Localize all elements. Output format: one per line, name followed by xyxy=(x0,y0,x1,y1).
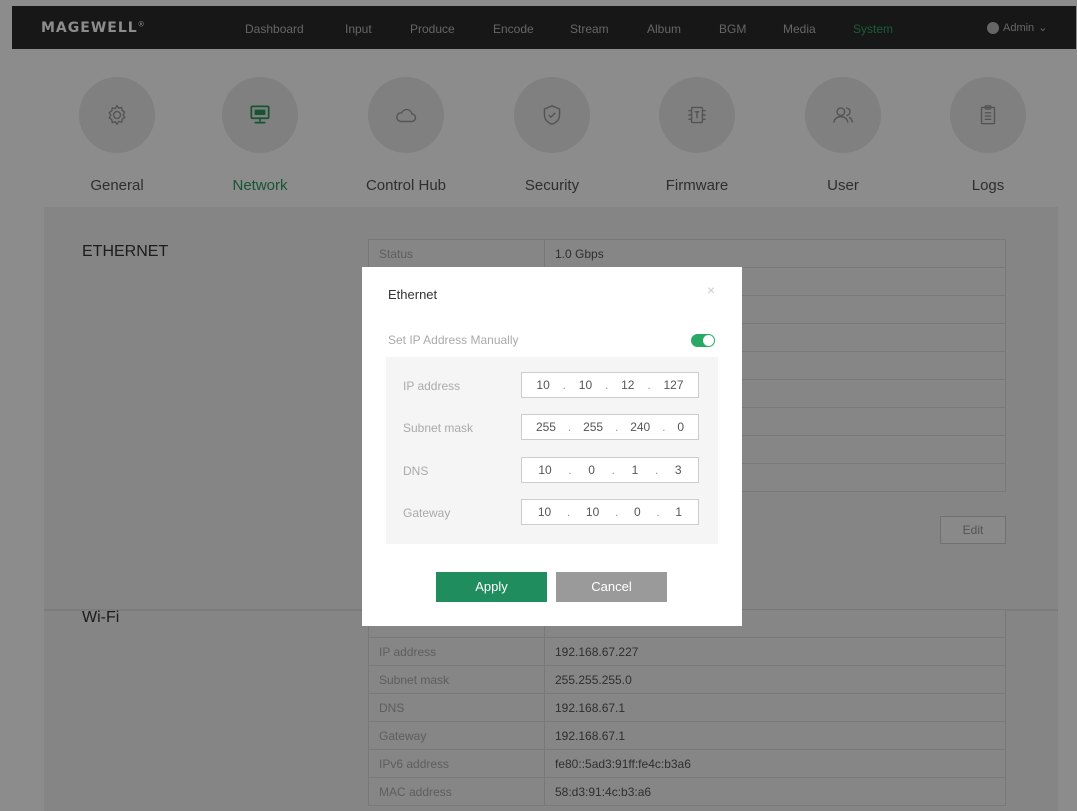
cancel-button[interactable]: Cancel xyxy=(556,572,667,602)
manual-ip-label: Set IP Address Manually xyxy=(388,333,519,347)
octet[interactable]: 12 xyxy=(621,378,634,392)
octet[interactable]: 10 xyxy=(579,378,592,392)
octet[interactable]: 255 xyxy=(583,420,603,434)
octet[interactable]: 1 xyxy=(675,505,682,519)
subnet-mask-label: Subnet mask xyxy=(403,421,474,435)
octet[interactable]: 0 xyxy=(634,505,641,519)
octet[interactable]: 10 xyxy=(538,505,551,519)
ip-address-input[interactable]: 10. 10. 12. 127 xyxy=(521,372,699,398)
toggle-knob xyxy=(703,335,714,346)
ip-address-label: IP address xyxy=(403,379,461,393)
ip-settings-box: IP address 10. 10. 12. 127 Subnet mask 2… xyxy=(386,357,718,544)
octet[interactable]: 255 xyxy=(536,420,556,434)
apply-button[interactable]: Apply xyxy=(436,572,547,602)
manual-ip-toggle[interactable] xyxy=(691,334,715,347)
octet[interactable]: 0 xyxy=(677,420,684,434)
octet[interactable]: 240 xyxy=(630,420,650,434)
subnet-mask-input[interactable]: 255. 255. 240. 0 xyxy=(521,414,699,440)
octet[interactable]: 3 xyxy=(675,463,682,477)
octet[interactable]: 0 xyxy=(588,463,595,477)
ethernet-dialog: Ethernet × Set IP Address Manually IP ad… xyxy=(362,267,742,626)
gateway-input[interactable]: 10. 10. 0. 1 xyxy=(521,499,699,525)
octet[interactable]: 1 xyxy=(632,463,639,477)
gateway-label: Gateway xyxy=(403,506,451,520)
close-icon[interactable]: × xyxy=(707,282,715,298)
dns-input[interactable]: 10. 0. 1. 3 xyxy=(521,457,699,483)
dns-label: DNS xyxy=(403,464,429,478)
octet[interactable]: 127 xyxy=(663,378,683,392)
octet[interactable]: 10 xyxy=(538,463,551,477)
dialog-title: Ethernet xyxy=(388,287,438,302)
octet[interactable]: 10 xyxy=(536,378,549,392)
octet[interactable]: 10 xyxy=(586,505,599,519)
